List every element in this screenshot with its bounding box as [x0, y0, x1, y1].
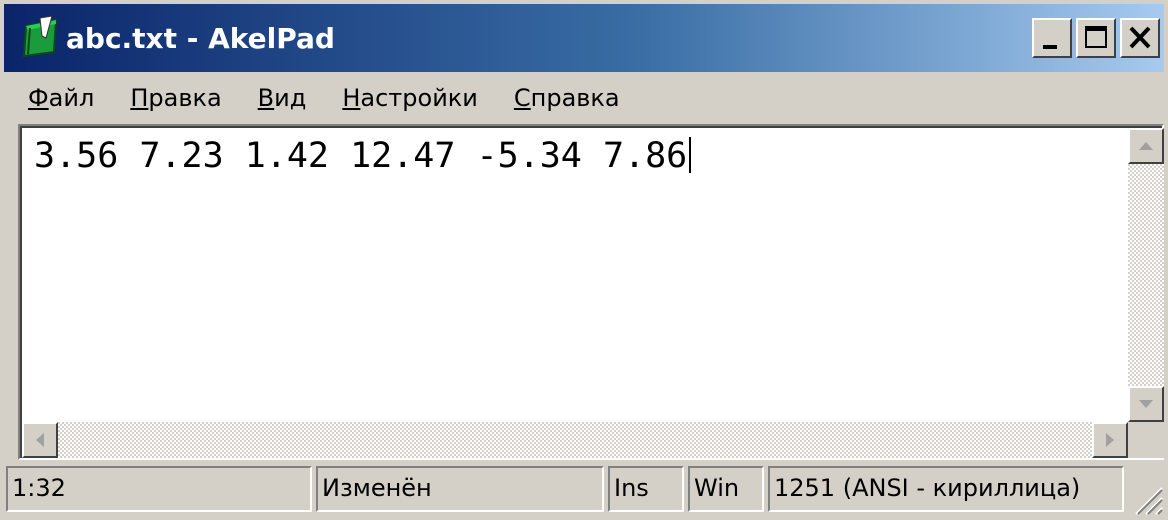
scroll-up-button[interactable] [1128, 128, 1164, 164]
menu-item-edit[interactable]: Правка [104, 76, 231, 120]
close-icon [1129, 26, 1151, 49]
status-encoding[interactable]: 1251 (ANSI - кириллица) [768, 466, 1124, 512]
editor-content: 3.56 7.23 1.42 12.47 -5.34 7.86 [34, 136, 688, 176]
minimize-icon [1043, 45, 1057, 49]
vertical-scrollbar[interactable] [1128, 128, 1164, 422]
minimize-button[interactable] [1032, 18, 1072, 58]
status-modified: Изменён [316, 466, 604, 512]
status-insert-mode[interactable]: Ins [608, 466, 684, 512]
menu-item-file[interactable]: Файл [4, 76, 104, 120]
window-controls [1028, 18, 1160, 58]
menu-item-settings[interactable]: Настройки [316, 76, 488, 120]
window-title: abc.txt - AkelPad [66, 21, 335, 55]
akelpad-window: abc.txt - AkelPad Файл Правка Вид Настро… [0, 0, 1168, 520]
text-caret [689, 137, 692, 173]
status-bar: 1:32 Изменён Ins Win 1251 (ANSI - кирилл… [4, 462, 1164, 516]
scroll-right-button[interactable] [1092, 422, 1128, 458]
menu-bar: Файл Правка Вид Настройки Справка [4, 76, 1164, 120]
maximize-icon [1085, 26, 1107, 48]
scrollbar-corner [1128, 422, 1164, 458]
size-grip-icon[interactable] [1124, 476, 1164, 516]
menu-item-view[interactable]: Вид [232, 76, 317, 120]
arrow-right-icon [1106, 433, 1114, 447]
status-cursor-position: 1:32 [6, 466, 312, 512]
editor-frame: 3.56 7.23 1.42 12.47 -5.34 7.86 [18, 124, 1164, 460]
arrow-left-icon [36, 433, 44, 447]
akelpad-notebook-icon [22, 16, 58, 58]
maximize-button[interactable] [1076, 18, 1116, 58]
title-bar[interactable]: abc.txt - AkelPad [4, 4, 1164, 72]
scroll-down-button[interactable] [1128, 386, 1164, 422]
horizontal-scrollbar[interactable] [22, 422, 1128, 458]
status-newline[interactable]: Win [688, 466, 764, 512]
text-editor[interactable]: 3.56 7.23 1.42 12.47 -5.34 7.86 [24, 130, 1128, 422]
scroll-left-button[interactable] [22, 422, 58, 458]
arrow-down-icon [1139, 400, 1153, 408]
arrow-up-icon [1139, 142, 1153, 150]
menu-item-help[interactable]: Справка [488, 76, 630, 120]
close-button[interactable] [1120, 18, 1160, 58]
